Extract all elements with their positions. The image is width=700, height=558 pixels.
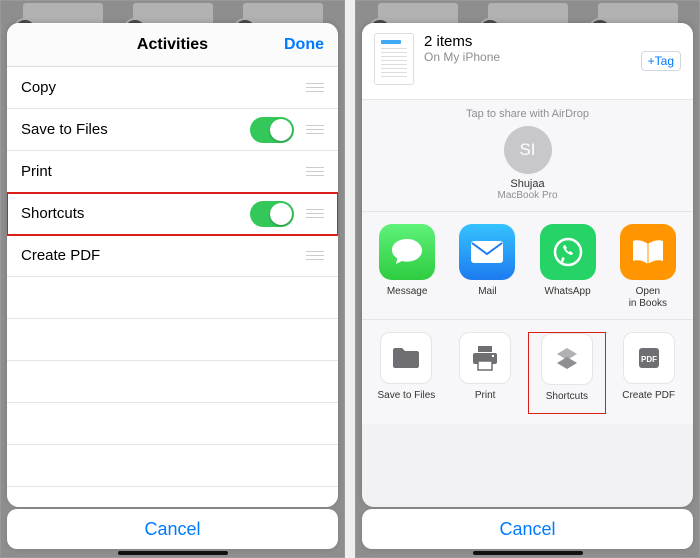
sheet-header: Activities Done xyxy=(7,23,338,67)
row-create-pdf[interactable]: Create PDF xyxy=(7,235,338,277)
whatsapp-icon xyxy=(540,224,596,280)
print-icon xyxy=(459,332,511,384)
document-thumbnail-icon xyxy=(374,33,414,85)
activities-sheet: Activities Done Copy Save to Files Print… xyxy=(7,23,338,507)
message-icon xyxy=(379,224,435,280)
app-whatsapp[interactable]: WhatsApp xyxy=(531,224,605,309)
row-save-to-files[interactable]: Save to Files xyxy=(7,109,338,151)
app-label: Open in Books xyxy=(629,286,667,309)
action-create-pdf[interactable]: PDF Create PDF xyxy=(612,332,685,414)
action-label: Create PDF xyxy=(622,390,675,412)
share-header: 2 items On My iPhone +Tag xyxy=(362,23,693,100)
action-label: Shortcuts xyxy=(546,391,588,413)
home-indicator xyxy=(118,551,228,555)
share-sheet: 2 items On My iPhone +Tag Tap to share w… xyxy=(362,23,693,507)
phone-right: 2 items On My iPhone +Tag Tap to share w… xyxy=(355,0,700,558)
app-label: WhatsApp xyxy=(545,286,591,308)
action-label: Print xyxy=(475,390,496,412)
svg-text:PDF: PDF xyxy=(641,355,657,364)
avatar: SI xyxy=(504,126,552,174)
home-indicator xyxy=(473,551,583,555)
shortcuts-icon xyxy=(541,333,593,385)
airdrop-section: Tap to share with AirDrop SI Shujaa MacB… xyxy=(362,100,693,212)
cancel-label: Cancel xyxy=(499,519,555,540)
activity-list: Copy Save to Files Print Shortcuts xyxy=(7,67,338,507)
row-label: Shortcuts xyxy=(21,205,84,222)
app-label: Message xyxy=(387,286,428,308)
pdf-icon: PDF xyxy=(623,332,675,384)
tag-button[interactable]: +Tag xyxy=(641,51,681,71)
row-label: Copy xyxy=(21,79,56,96)
row-copy[interactable]: Copy xyxy=(7,67,338,109)
row-label: Save to Files xyxy=(21,121,108,138)
sheet-title: Activities xyxy=(137,36,208,54)
row-print[interactable]: Print xyxy=(7,151,338,193)
action-shortcuts[interactable]: Shortcuts xyxy=(528,332,607,414)
contact-name: Shujaa xyxy=(476,178,580,190)
app-books[interactable]: Open in Books xyxy=(611,224,685,309)
cancel-button[interactable]: Cancel xyxy=(362,509,693,549)
reorder-grip-icon[interactable] xyxy=(306,251,324,261)
phone-left: Activities Done Copy Save to Files Print… xyxy=(0,0,345,558)
airdrop-contact[interactable]: SI Shujaa MacBook Pro xyxy=(476,126,580,201)
reorder-grip-icon[interactable] xyxy=(306,167,324,177)
reorder-grip-icon[interactable] xyxy=(306,83,324,93)
airdrop-hint: Tap to share with AirDrop xyxy=(362,108,693,120)
reorder-grip-icon[interactable] xyxy=(306,209,324,219)
folder-icon xyxy=(380,332,432,384)
action-save-to-files[interactable]: Save to Files xyxy=(370,332,443,414)
row-shortcuts[interactable]: Shortcuts xyxy=(7,193,338,235)
row-label: Print xyxy=(21,163,52,180)
toggle-switch[interactable] xyxy=(250,201,294,227)
app-message[interactable]: Message xyxy=(370,224,444,309)
contact-device: MacBook Pro xyxy=(476,190,580,201)
mail-icon xyxy=(459,224,515,280)
toggle-switch[interactable] xyxy=(250,117,294,143)
apps-row: Message Mail WhatsApp Open in Books xyxy=(362,212,693,320)
app-mail[interactable]: Mail xyxy=(450,224,524,309)
items-count: 2 items xyxy=(424,33,631,50)
done-button[interactable]: Done xyxy=(284,36,324,54)
cancel-label: Cancel xyxy=(144,519,200,540)
row-label: Create PDF xyxy=(21,247,100,264)
actions-row: Save to Files Print Shortcuts PDF Create… xyxy=(362,320,693,424)
app-label: Mail xyxy=(478,286,496,308)
books-icon xyxy=(620,224,676,280)
cancel-button[interactable]: Cancel xyxy=(7,509,338,549)
items-location: On My iPhone xyxy=(424,50,631,64)
action-print[interactable]: Print xyxy=(449,332,522,414)
reorder-grip-icon[interactable] xyxy=(306,125,324,135)
action-label: Save to Files xyxy=(377,390,435,412)
